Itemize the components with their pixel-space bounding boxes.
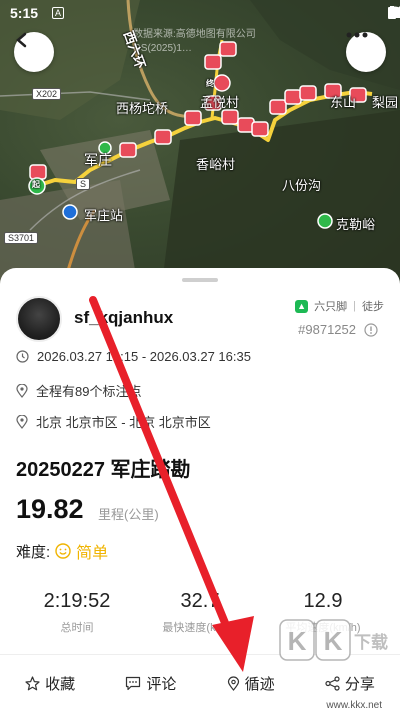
time-range-row: 2026.03.27 14:15 - 2026.03.27 16:35 <box>16 349 251 364</box>
more-icon <box>346 32 368 38</box>
map-pin-icon <box>16 414 28 429</box>
map-label-dongshan: 东山 <box>330 95 357 110</box>
kk-watermark-logo: K K 下载 <box>279 619 388 661</box>
drag-handle[interactable] <box>182 278 218 282</box>
road-badge-s3701: S3701 <box>4 232 39 244</box>
favorite-button[interactable]: 收藏 <box>25 673 75 694</box>
stat-label: 最快速度(km/h) <box>162 622 238 634</box>
stat-label: 总时间 <box>60 622 94 634</box>
app-name: 六只脚 <box>314 301 348 313</box>
road-badge-x202: X202 <box>32 88 62 100</box>
map-label-mengyue: 孟悦村 <box>200 95 240 110</box>
track-id-row: #9871252 <box>298 322 378 337</box>
smiley-icon <box>55 543 71 559</box>
status-bar: 5:15 A <box>0 0 400 28</box>
map-view[interactable]: 数据来源:高德地图有限公司 GS(2025)1… 终 起 西六环 西杨坨桥 孟悦… <box>0 0 400 300</box>
more-button[interactable] <box>346 32 386 72</box>
comment-label: 评论 <box>146 675 177 693</box>
time-range: 2026.03.27 14:15 - 2026.03.27 16:35 <box>37 349 251 364</box>
end-marker: 终 <box>206 79 214 88</box>
badge-separator: | <box>353 300 356 312</box>
clock-icon <box>16 350 29 363</box>
comment-icon <box>126 676 141 690</box>
location-row: 北京 北京市区 - 北京 北京市区 <box>16 412 211 431</box>
share-label: 分享 <box>344 675 375 693</box>
watermark-url: www.kkx.net <box>326 700 382 711</box>
svg-text:K: K <box>324 626 343 656</box>
avatar[interactable] <box>16 296 62 342</box>
map-copyright: 数据来源:高德地图有限公司 GS(2025)1… <box>133 29 256 54</box>
share-button[interactable]: 分享 <box>325 673 375 694</box>
location: 北京 北京市区 - 北京 北京市区 <box>36 415 211 430</box>
difficulty-row: 难度: 简单 <box>16 539 108 563</box>
svg-text:下载: 下载 <box>354 632 388 653</box>
app-badge: ▲ 六只脚 | 徒步 <box>295 298 384 314</box>
back-button[interactable] <box>14 32 54 72</box>
follow-track-button[interactable]: 循迹 <box>227 673 275 694</box>
comment-button[interactable]: 评论 <box>125 673 176 694</box>
stat-value: 32.7 <box>180 590 220 612</box>
stat-total-time: 2:19:52 总时间 <box>22 590 132 635</box>
svg-text:K: K <box>288 626 307 656</box>
share-icon <box>325 675 340 691</box>
difficulty-label: 难度: <box>16 543 51 561</box>
star-icon <box>25 675 40 690</box>
map-label-junzhuang: 军庄 <box>84 152 112 168</box>
username[interactable]: sf_kqjanhux <box>74 308 173 328</box>
stat-value: 2:19:52 <box>43 590 111 612</box>
app-logo-icon: ▲ <box>295 299 309 313</box>
status-time: 5:15 <box>10 5 39 21</box>
chevron-left-icon <box>16 32 27 48</box>
map-label-xiyang: 西杨坨桥 <box>116 101 169 116</box>
start-marker: 起 <box>32 180 40 189</box>
activity-type: 徒步 <box>362 301 384 313</box>
location-icon <box>227 675 239 691</box>
map-label-xiangyu: 香峪村 <box>196 157 236 172</box>
follow-track-label: 循迹 <box>244 675 275 693</box>
location-pin-icon <box>16 383 28 398</box>
distance-label: 里程(公里) <box>98 507 159 522</box>
stat-value: 12.9 <box>303 590 343 612</box>
map-label-liyuan: 梨园 <box>372 95 399 110</box>
map-label-bafengou: 八份沟 <box>282 178 322 193</box>
map-label-kelei: 克勒峪 <box>336 217 376 232</box>
road-badge-s: S <box>76 178 91 190</box>
battery-icon <box>388 6 396 19</box>
track-title: 20250227 军庄踏勘 <box>16 459 191 481</box>
status-indicator: A <box>52 7 64 19</box>
waypoints-row: 全程有89个标注点 <box>16 381 141 400</box>
track-id: #9871252 <box>298 322 356 337</box>
info-icon[interactable] <box>364 322 378 337</box>
distance-value: 19.82 <box>16 494 84 524</box>
stat-max-speed: 32.7 最快速度(km/h) <box>145 590 255 635</box>
waypoints-count: 全程有89个标注点 <box>36 384 142 399</box>
favorite-label: 收藏 <box>45 675 76 693</box>
difficulty-value: 简单 <box>76 545 109 562</box>
map-label-junzhuang-station: 军庄站 <box>84 208 124 223</box>
